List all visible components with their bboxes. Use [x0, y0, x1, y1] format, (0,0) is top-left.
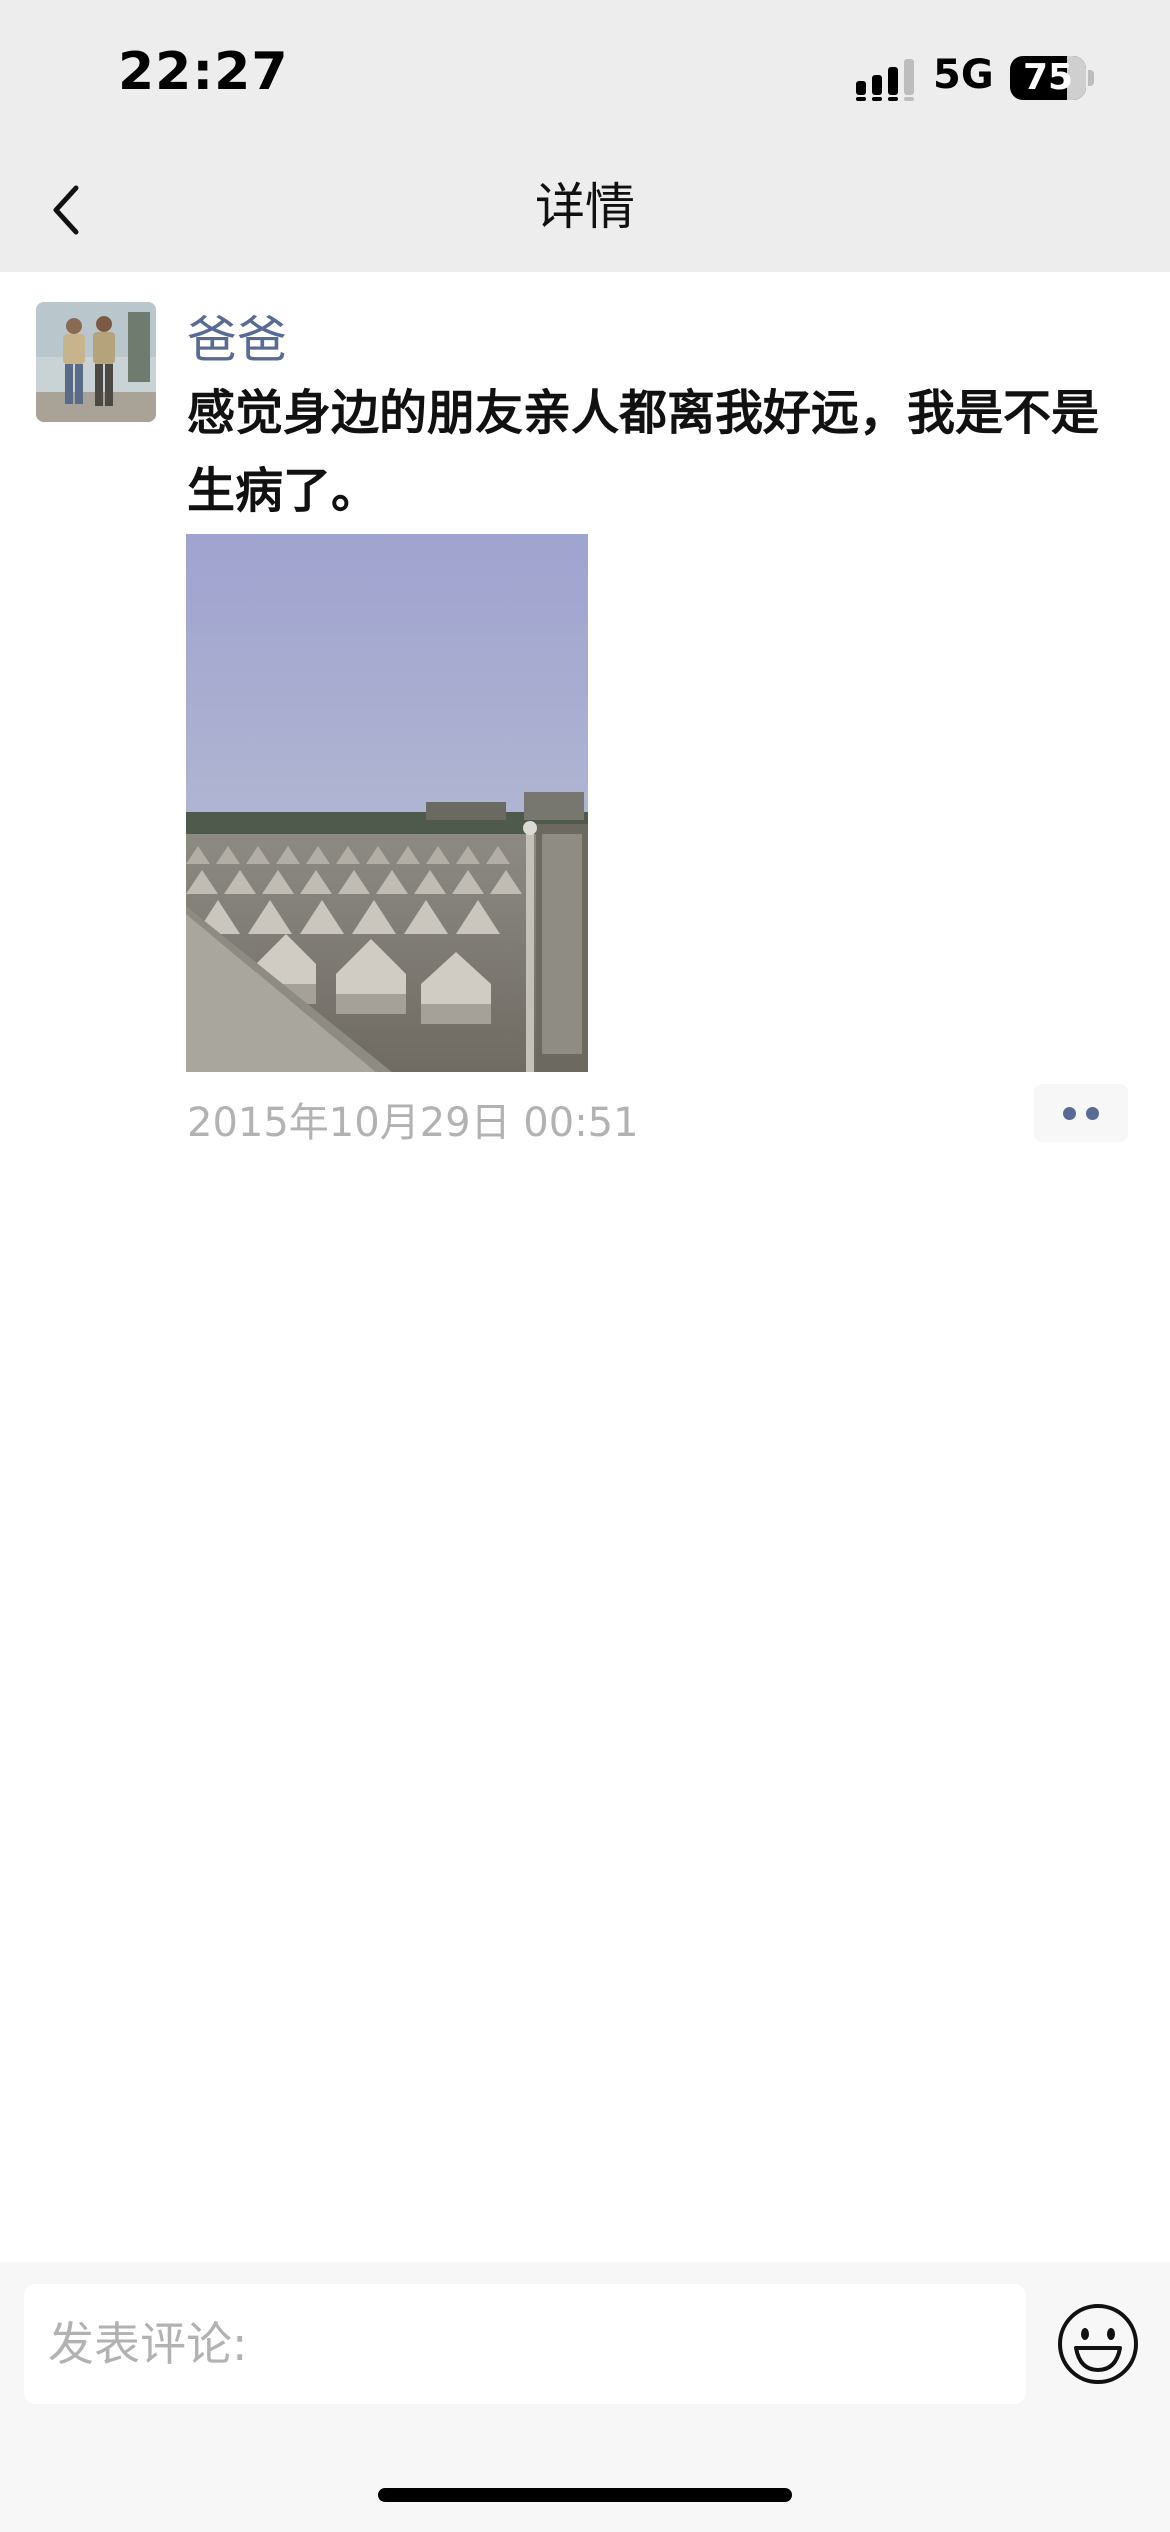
post-text: 感觉身边的朋友亲人都离我好远，我是不是生病了。	[187, 385, 1100, 519]
battery-icon: 75	[1010, 56, 1086, 100]
network-type: 5G	[933, 52, 994, 98]
more-dot	[1063, 1107, 1076, 1120]
emoji-icon	[1058, 2304, 1138, 2384]
more-dot	[1086, 1107, 1099, 1120]
avatar-photo	[36, 302, 156, 422]
status-bar: 22:27 5G 75	[0, 0, 1170, 150]
status-time: 22:27	[118, 42, 289, 102]
comment-input[interactable]	[24, 2284, 1026, 2404]
emoji-button[interactable]	[1056, 2302, 1140, 2386]
post-image[interactable]	[186, 534, 588, 1072]
signal-icon	[856, 59, 914, 101]
nav-bar: 详情	[0, 150, 1170, 272]
battery-level: 75	[1022, 57, 1074, 98]
chevron-left-icon	[53, 185, 79, 235]
post-author-name[interactable]: 爸爸	[187, 300, 287, 372]
back-button[interactable]	[30, 170, 110, 250]
home-indicator[interactable]	[378, 2488, 792, 2502]
more-actions-button[interactable]	[1034, 1084, 1128, 1142]
author-avatar[interactable]	[36, 302, 156, 422]
post-photo-cemetery	[186, 534, 588, 1072]
post-timestamp: 2015年10月29日 00:51	[187, 1100, 639, 1146]
detail-screen: 22:27 5G 75 详情 爸爸 感觉身边的朋友亲人都离我好远，我是不是生病了…	[0, 0, 1170, 2532]
page-title: 详情	[535, 178, 635, 236]
battery-tip	[1088, 70, 1094, 86]
